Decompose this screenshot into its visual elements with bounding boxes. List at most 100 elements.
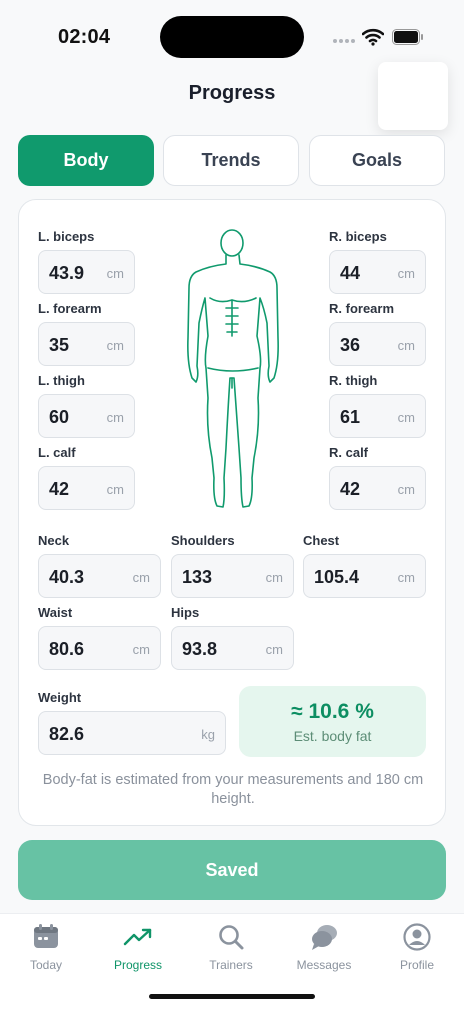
field-label: R. biceps — [329, 229, 387, 244]
nav-item-messages[interactable]: Messages — [279, 922, 369, 972]
input-unit: cm — [397, 410, 415, 425]
neck-input[interactable]: 40.3 cm — [38, 554, 161, 598]
input-unit: cm — [106, 338, 124, 353]
input-unit: cm — [106, 266, 124, 281]
weight-field: Weight 82.6 kg — [38, 691, 226, 755]
field-label: R. forearm — [329, 301, 395, 316]
battery-icon — [392, 29, 423, 45]
chest-field: Chest 105.4 cm — [303, 534, 426, 598]
footnote: Body-fat is estimated from your measurem… — [42, 772, 424, 807]
input-value: 36 — [340, 335, 361, 355]
left-biceps-field: L. biceps 43.9 cm — [38, 230, 135, 294]
input-unit: cm — [132, 570, 150, 585]
input-unit: cm — [397, 570, 415, 585]
field-label: L. thigh — [38, 373, 85, 388]
home-indicator — [149, 994, 315, 999]
header-action-button[interactable] — [378, 62, 448, 130]
screen: 02:04 Progress Body Trends Goals L. bice… — [0, 0, 464, 1009]
status-time: 02:04 — [58, 26, 111, 48]
left-thigh-field: L. thigh 60 cm — [38, 374, 135, 438]
field-label: Waist — [38, 605, 73, 620]
nav-item-trainers[interactable]: Trainers — [186, 922, 276, 972]
input-value: 60 — [49, 407, 70, 427]
chat-icon — [312, 925, 337, 950]
calendar-icon — [34, 924, 58, 948]
input-unit: cm — [265, 570, 283, 585]
nav-label: Profile — [399, 958, 434, 972]
cellular-signal-icon — [333, 39, 355, 43]
input-value: 44 — [340, 263, 361, 283]
profile-icon — [403, 923, 431, 951]
trend-icon — [123, 928, 152, 946]
input-value: 80.6 — [49, 639, 85, 659]
input-unit: cm — [397, 482, 415, 497]
saved-button[interactable]: Saved — [18, 840, 446, 900]
input-unit: cm — [106, 482, 124, 497]
body-figure-icon — [187, 229, 279, 508]
dynamic-island — [160, 16, 304, 58]
field-label: R. thigh — [329, 373, 378, 388]
input-unit: cm — [265, 642, 283, 657]
waist-input[interactable]: 80.6 cm — [38, 626, 161, 670]
waist-field: Waist 80.6 cm — [38, 606, 161, 670]
measurements-card: L. biceps 43.9 cm L. forearm 35 cm L. th… — [18, 199, 446, 826]
left-thigh-input[interactable]: 60 cm — [38, 394, 135, 438]
nav-item-progress[interactable]: Progress — [93, 922, 183, 972]
left-calf-input[interactable]: 42 cm — [38, 466, 135, 510]
input-value: 42 — [49, 479, 70, 499]
nav-item-today[interactable]: Today — [1, 922, 91, 972]
segmented-tabs: Body Trends Goals — [18, 135, 446, 186]
input-value: 105.4 — [314, 567, 360, 587]
input-unit: cm — [132, 642, 150, 657]
input-value: 42 — [340, 479, 361, 499]
right-forearm-field: R. forearm 36 cm — [329, 302, 426, 366]
tab-body[interactable]: Body — [18, 135, 154, 186]
input-unit: cm — [397, 338, 415, 353]
field-label: L. forearm — [38, 301, 102, 316]
right-forearm-input[interactable]: 36 cm — [329, 322, 426, 366]
right-thigh-input[interactable]: 61 cm — [329, 394, 426, 438]
nav-item-profile[interactable]: Profile — [372, 922, 462, 972]
tab-goals[interactable]: Goals — [309, 135, 445, 186]
nav-label: Trainers — [209, 958, 253, 972]
field-label: R. calf — [329, 445, 369, 460]
body-fat-value: ≈ 10.6 % — [291, 700, 374, 723]
input-value: 82.6 — [49, 724, 85, 744]
input-unit: cm — [397, 266, 415, 281]
field-label: L. biceps — [38, 229, 95, 244]
field-label: Chest — [303, 533, 340, 548]
input-value: 93.8 — [182, 639, 218, 659]
input-unit: kg — [201, 727, 215, 742]
right-biceps-input[interactable]: 44 cm — [329, 250, 426, 294]
input-value: 40.3 — [49, 567, 85, 587]
right-calf-field: R. calf 42 cm — [329, 446, 426, 510]
shoulders-input[interactable]: 133 cm — [171, 554, 294, 598]
hips-field: Hips 93.8 cm — [171, 606, 294, 670]
neck-field: Neck 40.3 cm — [38, 534, 161, 598]
search-icon — [219, 925, 244, 950]
input-unit: cm — [106, 410, 124, 425]
right-thigh-field: R. thigh 61 cm — [329, 374, 426, 438]
right-calf-input[interactable]: 42 cm — [329, 466, 426, 510]
chest-input[interactable]: 105.4 cm — [303, 554, 426, 598]
field-label: L. calf — [38, 445, 76, 460]
input-value: 35 — [49, 335, 70, 355]
field-label: Shoulders — [171, 533, 235, 548]
tab-trends[interactable]: Trends — [163, 135, 299, 186]
left-forearm-field: L. forearm 35 cm — [38, 302, 135, 366]
right-biceps-field: R. biceps 44 cm — [329, 230, 426, 294]
hips-input[interactable]: 93.8 cm — [171, 626, 294, 670]
body-fat-estimate: ≈ 10.6 % Est. body fat — [239, 686, 426, 757]
left-biceps-input[interactable]: 43.9 cm — [38, 250, 135, 294]
input-value: 43.9 — [49, 263, 85, 283]
nav-label: Messages — [296, 958, 352, 972]
nav-label: Today — [29, 958, 63, 972]
nav-label: Progress — [113, 958, 163, 972]
body-fat-label: Est. body fat — [293, 728, 372, 744]
shoulders-field: Shoulders 133 cm — [171, 534, 294, 598]
input-value: 61 — [340, 407, 361, 427]
left-calf-field: L. calf 42 cm — [38, 446, 135, 510]
left-forearm-input[interactable]: 35 cm — [38, 322, 135, 366]
field-label: Hips — [171, 605, 200, 620]
weight-input[interactable]: 82.6 kg — [38, 711, 226, 755]
